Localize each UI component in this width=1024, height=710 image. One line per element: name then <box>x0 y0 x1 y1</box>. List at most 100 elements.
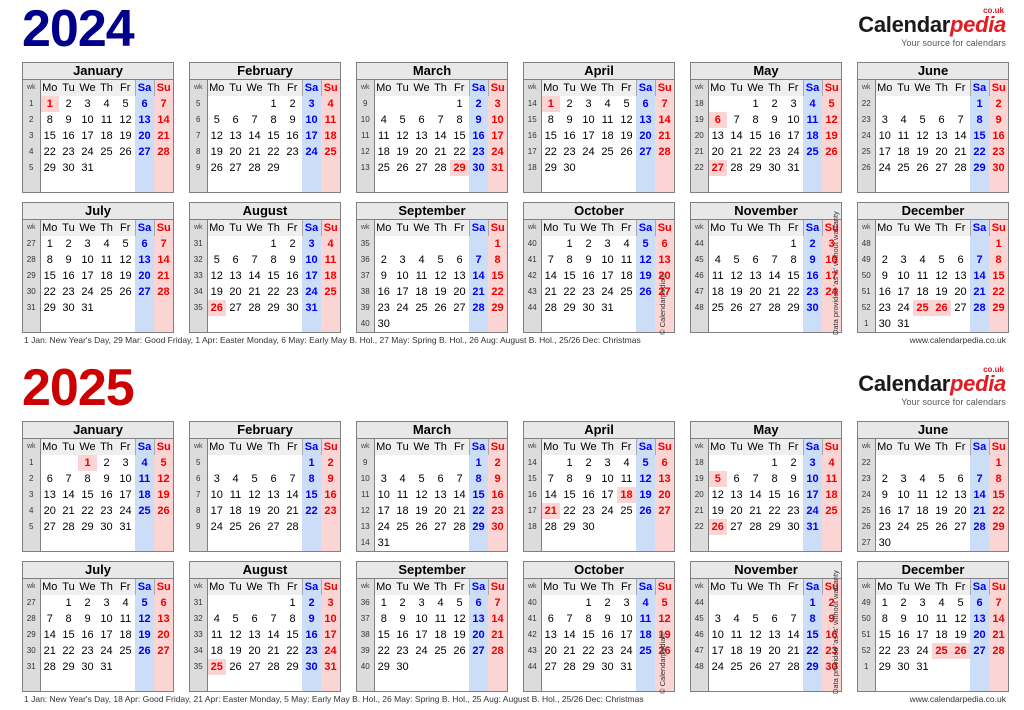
day-cell[interactable]: 5 <box>932 252 951 268</box>
day-cell[interactable]: 6 <box>154 595 173 611</box>
day-cell[interactable]: 9 <box>579 252 598 268</box>
day-cell[interactable]: 16 <box>97 487 116 503</box>
day-cell[interactable]: 16 <box>59 268 78 284</box>
day-cell[interactable]: 15 <box>970 128 989 144</box>
day-cell[interactable]: 6 <box>951 471 970 487</box>
calendarpedia-logo-2[interactable]: Calendarpedia co.uk Your source for calen… <box>858 366 1006 407</box>
day-cell[interactable]: 4 <box>913 471 932 487</box>
day-cell[interactable]: 16 <box>283 268 302 284</box>
day-cell[interactable]: 4 <box>321 236 340 252</box>
day-cell[interactable]: 9 <box>374 268 393 284</box>
day-cell[interactable]: 11 <box>431 611 450 627</box>
day-cell[interactable]: 6 <box>245 611 264 627</box>
day-cell[interactable]: 27 <box>932 160 951 176</box>
day-cell[interactable]: 3 <box>598 455 617 471</box>
day-cell[interactable]: 18 <box>822 487 841 503</box>
day-cell[interactable]: 27 <box>746 300 765 316</box>
day-cell[interactable]: 5 <box>708 471 727 487</box>
day-cell[interactable]: 6 <box>970 595 989 611</box>
day-cell[interactable]: 13 <box>154 611 173 627</box>
day-cell[interactable]: 10 <box>374 487 393 503</box>
day-cell[interactable]: 30 <box>469 160 488 176</box>
day-cell[interactable]: 26 <box>727 300 746 316</box>
day-cell[interactable]: 2 <box>321 455 340 471</box>
day-cell[interactable]: 3 <box>116 455 135 471</box>
day-cell[interactable]: 5 <box>822 96 841 112</box>
day-cell[interactable]: 2 <box>765 96 784 112</box>
day-cell[interactable]: 9 <box>488 471 507 487</box>
day-cell[interactable]: 26 <box>207 160 226 176</box>
day-cell[interactable]: 5 <box>636 236 655 252</box>
day-cell[interactable]: 24 <box>784 144 803 160</box>
day-cell[interactable]: 30 <box>784 519 803 535</box>
day-cell[interactable]: 7 <box>488 595 507 611</box>
day-cell[interactable]: 14 <box>541 268 560 284</box>
day-cell[interactable]: 16 <box>560 128 579 144</box>
day-cell[interactable]: 12 <box>116 112 135 128</box>
day-cell[interactable]: 18 <box>598 128 617 144</box>
day-cell[interactable]: 22 <box>264 284 283 300</box>
day-cell[interactable]: 8 <box>803 611 822 627</box>
day-cell[interactable]: 7 <box>469 252 488 268</box>
day-cell[interactable]: 26 <box>226 659 245 675</box>
day-cell[interactable]: 7 <box>450 471 469 487</box>
day-cell[interactable]: 7 <box>765 252 784 268</box>
day-cell[interactable]: 22 <box>989 503 1008 519</box>
day-cell[interactable]: 13 <box>412 128 431 144</box>
day-cell[interactable]: 9 <box>989 112 1008 128</box>
day-cell[interactable]: 11 <box>321 252 340 268</box>
day-cell[interactable]: 20 <box>264 503 283 519</box>
day-cell[interactable]: 23 <box>579 284 598 300</box>
day-cell[interactable]: 29 <box>374 659 393 675</box>
day-cell[interactable]: 21 <box>450 503 469 519</box>
day-cell[interactable]: 27 <box>727 519 746 535</box>
day-cell[interactable]: 15 <box>78 487 97 503</box>
day-cell[interactable]: 6 <box>655 455 674 471</box>
day-cell[interactable]: 13 <box>765 627 784 643</box>
day-cell[interactable]: 12 <box>727 268 746 284</box>
day-cell[interactable]: 11 <box>135 471 154 487</box>
day-cell[interactable]: 7 <box>727 112 746 128</box>
day-cell[interactable]: 13 <box>746 268 765 284</box>
day-cell[interactable]: 18 <box>803 128 822 144</box>
day-cell[interactable]: 15 <box>803 627 822 643</box>
day-cell[interactable]: 5 <box>393 112 412 128</box>
day-cell[interactable]: 5 <box>913 112 932 128</box>
day-cell[interactable]: 8 <box>40 112 59 128</box>
day-cell[interactable]: 6 <box>727 471 746 487</box>
day-cell[interactable]: 28 <box>154 284 173 300</box>
day-cell[interactable]: 25 <box>321 144 340 160</box>
day-cell[interactable]: 23 <box>283 284 302 300</box>
day-cell[interactable]: 2 <box>59 236 78 252</box>
day-cell[interactable]: 23 <box>598 643 617 659</box>
day-cell[interactable]: 7 <box>970 471 989 487</box>
day-cell[interactable]: 8 <box>264 112 283 128</box>
day-cell[interactable]: 29 <box>765 519 784 535</box>
day-cell[interactable]: 4 <box>708 252 727 268</box>
day-cell[interactable]: 5 <box>207 252 226 268</box>
day-cell[interactable]: 23 <box>59 144 78 160</box>
day-cell[interactable]: 15 <box>560 487 579 503</box>
day-cell[interactable]: 21 <box>431 144 450 160</box>
day-cell[interactable]: 24 <box>708 659 727 675</box>
day-cell[interactable]: 14 <box>970 487 989 503</box>
day-cell[interactable]: 10 <box>78 112 97 128</box>
day-cell[interactable]: 21 <box>154 128 173 144</box>
day-cell[interactable]: 22 <box>970 144 989 160</box>
day-cell[interactable]: 12 <box>450 611 469 627</box>
day-cell[interactable]: 23 <box>784 503 803 519</box>
day-cell[interactable]: 14 <box>765 268 784 284</box>
day-cell[interactable]: 8 <box>40 252 59 268</box>
day-cell[interactable]: 13 <box>469 611 488 627</box>
day-cell[interactable]: 23 <box>765 144 784 160</box>
day-cell[interactable]: 27 <box>655 503 674 519</box>
day-cell[interactable]: 22 <box>579 643 598 659</box>
day-cell[interactable]: 25 <box>116 643 135 659</box>
day-cell[interactable]: 20 <box>746 284 765 300</box>
day-cell[interactable]: 23 <box>875 300 894 316</box>
day-cell[interactable]: 17 <box>374 503 393 519</box>
day-cell[interactable]: 24 <box>412 643 431 659</box>
day-cell[interactable]: 17 <box>875 144 894 160</box>
day-cell[interactable]: 28 <box>541 300 560 316</box>
day-cell[interactable]: 19 <box>226 643 245 659</box>
